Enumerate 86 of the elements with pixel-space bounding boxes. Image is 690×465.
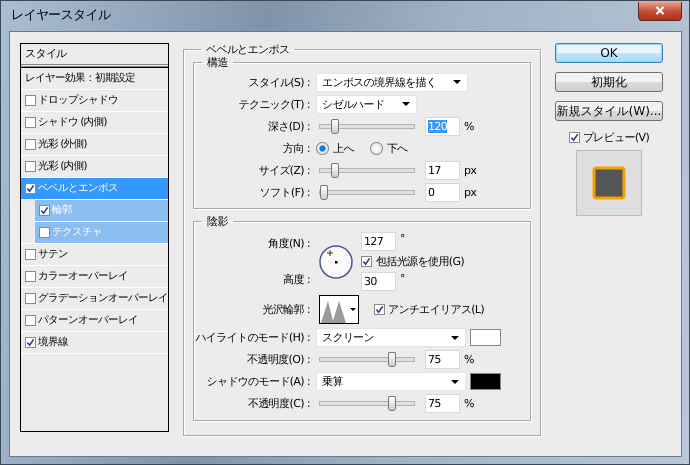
checkbox[interactable] (39, 205, 50, 216)
dialog-button[interactable]: 新規スタイル(W)... (555, 101, 663, 121)
dropdown[interactable]: エンボスの境界線を描く (316, 72, 468, 92)
checkbox[interactable] (25, 161, 36, 172)
list-item[interactable]: グラデーションオーバーレイ (21, 287, 168, 309)
input-field[interactable]: 127 (361, 232, 396, 252)
list-item[interactable]: サテン (21, 243, 168, 265)
checkbox[interactable] (361, 256, 372, 268)
unit-label: px (464, 164, 476, 177)
checkbox[interactable] (568, 132, 580, 144)
caret-icon (350, 308, 356, 312)
checkbox[interactable] (25, 117, 36, 128)
field-label: 深さ(D) : (266, 120, 311, 133)
unit-label: % (464, 120, 474, 133)
slider-thumb[interactable] (330, 118, 339, 134)
caret-icon (453, 80, 461, 84)
field-label: 光沢輪郭 : (261, 302, 311, 316)
field-label: 角度(N) : (267, 236, 311, 250)
list-item[interactable]: カラーオーバーレイ (21, 265, 168, 287)
list-item[interactable]: ドロップシャドウ (21, 89, 168, 111)
group-title: 陰影 (206, 215, 229, 229)
input-field[interactable]: 0 (425, 182, 460, 202)
list-item[interactable]: 光彩 (外側) (21, 133, 168, 155)
dropdown[interactable]: スクリーン (316, 328, 466, 348)
slider-thumb[interactable] (330, 162, 339, 178)
group-title: 構造 (206, 56, 229, 70)
angle-dial[interactable] (319, 244, 353, 279)
slider-thumb[interactable] (320, 184, 328, 200)
checkbox-label: アンチエイリアス(L) (388, 302, 484, 316)
list-item[interactable]: パターンオーバーレイ (21, 309, 168, 331)
checkbox[interactable] (25, 337, 36, 348)
checkbox-label: 包括光源を使用(G) (376, 254, 464, 268)
field-label: 方向 : (282, 142, 311, 155)
list-item[interactable]: シャドウ (内側) (21, 111, 168, 133)
window-title: レイヤースタイル (10, 8, 110, 24)
checkbox[interactable] (25, 95, 36, 106)
caret-icon (402, 102, 410, 106)
checkbox[interactable] (39, 227, 50, 238)
field-label: サイズ(Z) : (257, 164, 311, 177)
field-label: 不透明度(O) : (246, 352, 311, 366)
slider-thumb[interactable] (388, 396, 396, 412)
list-header: スタイル (21, 44, 168, 67)
field-label: ハイライトのモード(H) : (194, 330, 311, 344)
preview-drawing (592, 166, 626, 200)
unit-label: ° (400, 232, 405, 246)
checkbox[interactable] (25, 293, 36, 304)
color-swatch[interactable] (470, 373, 501, 390)
slider-thumb[interactable] (388, 352, 396, 368)
checkbox[interactable] (25, 139, 36, 150)
radio-label: 下へ (386, 142, 408, 155)
checkbox[interactable] (25, 249, 36, 260)
list-item[interactable]: 境界線 (21, 331, 168, 353)
color-swatch[interactable] (470, 329, 501, 346)
checkbox[interactable] (25, 315, 36, 326)
list-item[interactable]: レイヤー効果：初期設定 (21, 67, 168, 89)
input-field[interactable]: 75 (425, 394, 460, 414)
close-icon (655, 6, 665, 15)
close-button[interactable] (638, 2, 682, 20)
caret-icon (451, 336, 459, 340)
radio-label: 上へ (333, 142, 354, 155)
dropdown[interactable]: シゼルハード (316, 94, 417, 114)
radio-button[interactable] (316, 142, 329, 155)
input-field[interactable]: 30 (361, 272, 396, 292)
field-label: シャドウのモード(A) : (205, 374, 311, 388)
field-label: スタイル(S) : (248, 76, 311, 89)
field-label: テクニック(T) : (237, 98, 311, 111)
unit-label: % (464, 352, 474, 366)
checkbox[interactable] (25, 271, 36, 282)
contour-picker[interactable] (319, 295, 359, 324)
checkbox-label: プレビュー(V) (582, 131, 650, 144)
unit-label: % (464, 396, 474, 410)
dropdown[interactable]: 乗算 (316, 372, 466, 392)
dialog-button[interactable]: OK (555, 43, 663, 63)
dialog-button[interactable]: 初期化 (555, 72, 663, 92)
group-title: ベベルとエンボス (205, 43, 290, 56)
field-label: ソフト(F) : (258, 186, 311, 199)
caret-icon (451, 380, 459, 384)
checkbox[interactable] (25, 183, 36, 194)
radio-button[interactable] (370, 142, 383, 155)
unit-label: ° (400, 272, 405, 286)
input-field[interactable]: 17 (425, 160, 460, 180)
input-field[interactable]: 75 (425, 350, 460, 370)
unit-label: px (464, 186, 476, 199)
field-label: 高度 : (282, 273, 311, 287)
field-label: 不透明度(C) : (246, 396, 311, 410)
checkbox[interactable] (374, 304, 385, 316)
